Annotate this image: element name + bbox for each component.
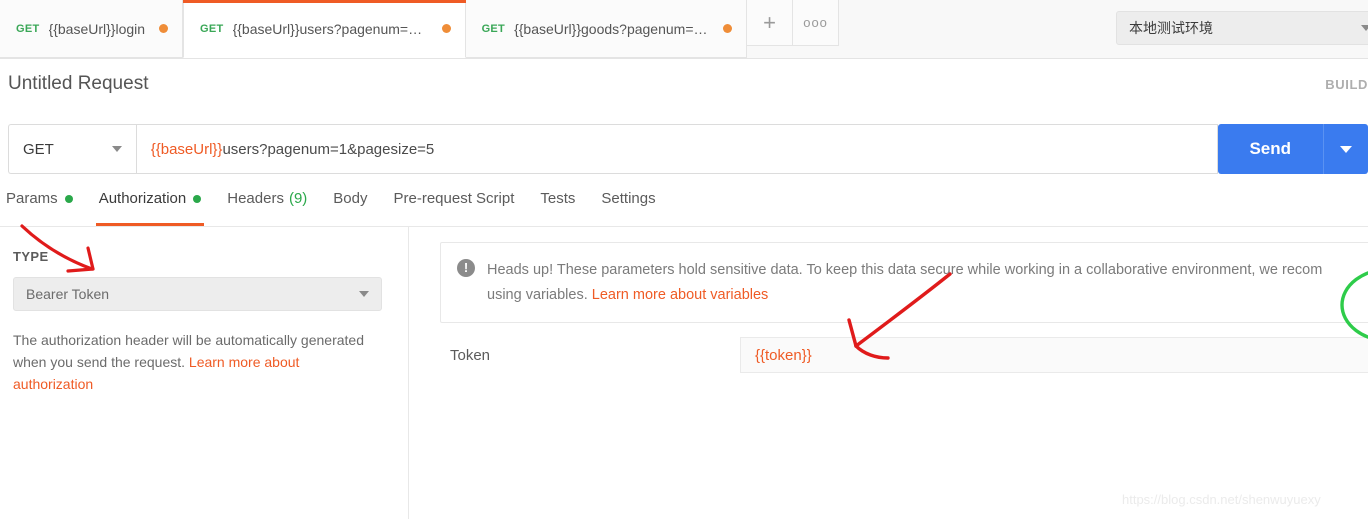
notice-text: Heads up! These parameters hold sensitiv…	[487, 258, 1322, 308]
tab-label: Params	[6, 190, 58, 207]
notice-line-2-text: using variables.	[487, 287, 592, 303]
notice-line-1: Heads up! These parameters hold sensitiv…	[487, 262, 1323, 278]
authorization-detail-pane: Heads up! These parameters hold sensitiv…	[410, 227, 1368, 519]
tab-settings[interactable]: Settings	[588, 190, 668, 226]
send-button[interactable]: Send	[1217, 124, 1323, 174]
unsaved-dot-icon	[441, 24, 451, 33]
warning-icon	[457, 258, 475, 277]
tab-label: Headers	[227, 190, 284, 207]
url-path-text: users?pagenum=1&pagesize=5	[222, 140, 435, 158]
auth-type-value: Bearer Token	[26, 286, 110, 302]
chevron-down-icon	[111, 146, 122, 152]
url-variable-token: {{baseUrl}}	[150, 140, 223, 158]
token-input[interactable]: {{token}}	[740, 337, 1368, 373]
tab-authorization[interactable]: Authorization	[86, 190, 215, 226]
tab-name-label: {{baseUrl}}login	[48, 20, 146, 37]
filled-dot-icon	[193, 195, 202, 203]
unsaved-dot-icon	[723, 24, 733, 33]
more-horizontal-icon: ooo	[803, 15, 828, 30]
request-tab-users[interactable]: GET {{baseUrl}}users?pagenum=1&...	[183, 0, 466, 58]
build-tab-label[interactable]: BUILD	[1325, 77, 1368, 92]
tab-method-label: GET	[200, 22, 224, 35]
plus-icon: +	[763, 9, 776, 35]
chevron-down-icon	[1361, 25, 1368, 31]
unsaved-dot-icon	[159, 24, 169, 33]
tab-headers[interactable]: Headers (9)	[214, 190, 320, 226]
variables-learn-more-link[interactable]: Learn more about variables	[592, 287, 769, 303]
notice-line-2: using variables. Learn more about variab…	[487, 283, 1322, 308]
tab-bar: GET {{baseUrl}}login GET {{baseUrl}}user…	[0, 0, 1368, 59]
tab-options-button[interactable]: ooo	[793, 0, 840, 46]
tab-method-label: GET	[481, 22, 506, 35]
request-tab-login[interactable]: GET {{baseUrl}}login	[0, 0, 184, 58]
tab-pre-request-script[interactable]: Pre-request Script	[381, 190, 528, 226]
tab-label: Authorization	[98, 190, 187, 207]
tab-label: Pre-request Script	[393, 190, 515, 207]
watermark-text: https://blog.csdn.net/shenwuyuexy	[1122, 492, 1321, 507]
tab-label: Body	[333, 190, 368, 207]
request-title-row: Untitled Request BUILD	[0, 60, 1368, 116]
filled-dot-icon	[64, 195, 73, 203]
url-bar: GET {{baseUrl}} users?pagenum=1&pagesize=…	[8, 124, 1368, 174]
chevron-down-icon	[1339, 145, 1352, 153]
page-title: Untitled Request	[8, 73, 149, 94]
tab-name-label: {{baseUrl}}goods?pagenum=1&...	[514, 20, 710, 37]
tab-body[interactable]: Body	[320, 190, 380, 226]
chevron-down-icon	[359, 291, 369, 297]
sensitive-data-notice: Heads up! These parameters hold sensitiv…	[440, 242, 1368, 323]
http-method-label: GET	[23, 140, 54, 158]
request-tab-goods[interactable]: GET {{baseUrl}}goods?pagenum=1&...	[465, 0, 748, 58]
authorization-type-pane: TYPE Bearer Token The authorization head…	[0, 227, 409, 519]
tab-label: Settings	[601, 190, 656, 207]
send-options-button[interactable]	[1322, 124, 1368, 174]
tab-name-label: {{baseUrl}}users?pagenum=1&...	[232, 20, 428, 37]
tab-tests[interactable]: Tests	[527, 190, 588, 226]
tab-label: Tests	[540, 190, 576, 207]
tab-method-label: GET	[16, 22, 40, 35]
auth-type-label: TYPE	[13, 249, 49, 264]
environment-selector[interactable]: 本地测试环境	[1116, 11, 1368, 45]
tab-params[interactable]: Params	[0, 190, 86, 226]
token-row: Token {{token}}	[440, 337, 1368, 373]
environment-selected-label: 本地测试环境	[1129, 20, 1213, 36]
auth-type-select[interactable]: Bearer Token	[13, 277, 382, 311]
token-label: Token	[450, 346, 491, 364]
http-method-selector[interactable]: GET	[8, 124, 136, 174]
headers-count-badge: (9)	[288, 190, 308, 207]
new-tab-button[interactable]: +	[747, 0, 794, 46]
request-section-tabs: Params Authorization Headers (9) Body Pr…	[0, 190, 1368, 227]
request-tabs: GET {{baseUrl}}login GET {{baseUrl}}user…	[0, 0, 840, 59]
auth-description: The authorization header will be automat…	[13, 329, 375, 395]
url-input[interactable]: {{baseUrl}} users?pagenum=1&pagesize=5	[135, 124, 1218, 174]
